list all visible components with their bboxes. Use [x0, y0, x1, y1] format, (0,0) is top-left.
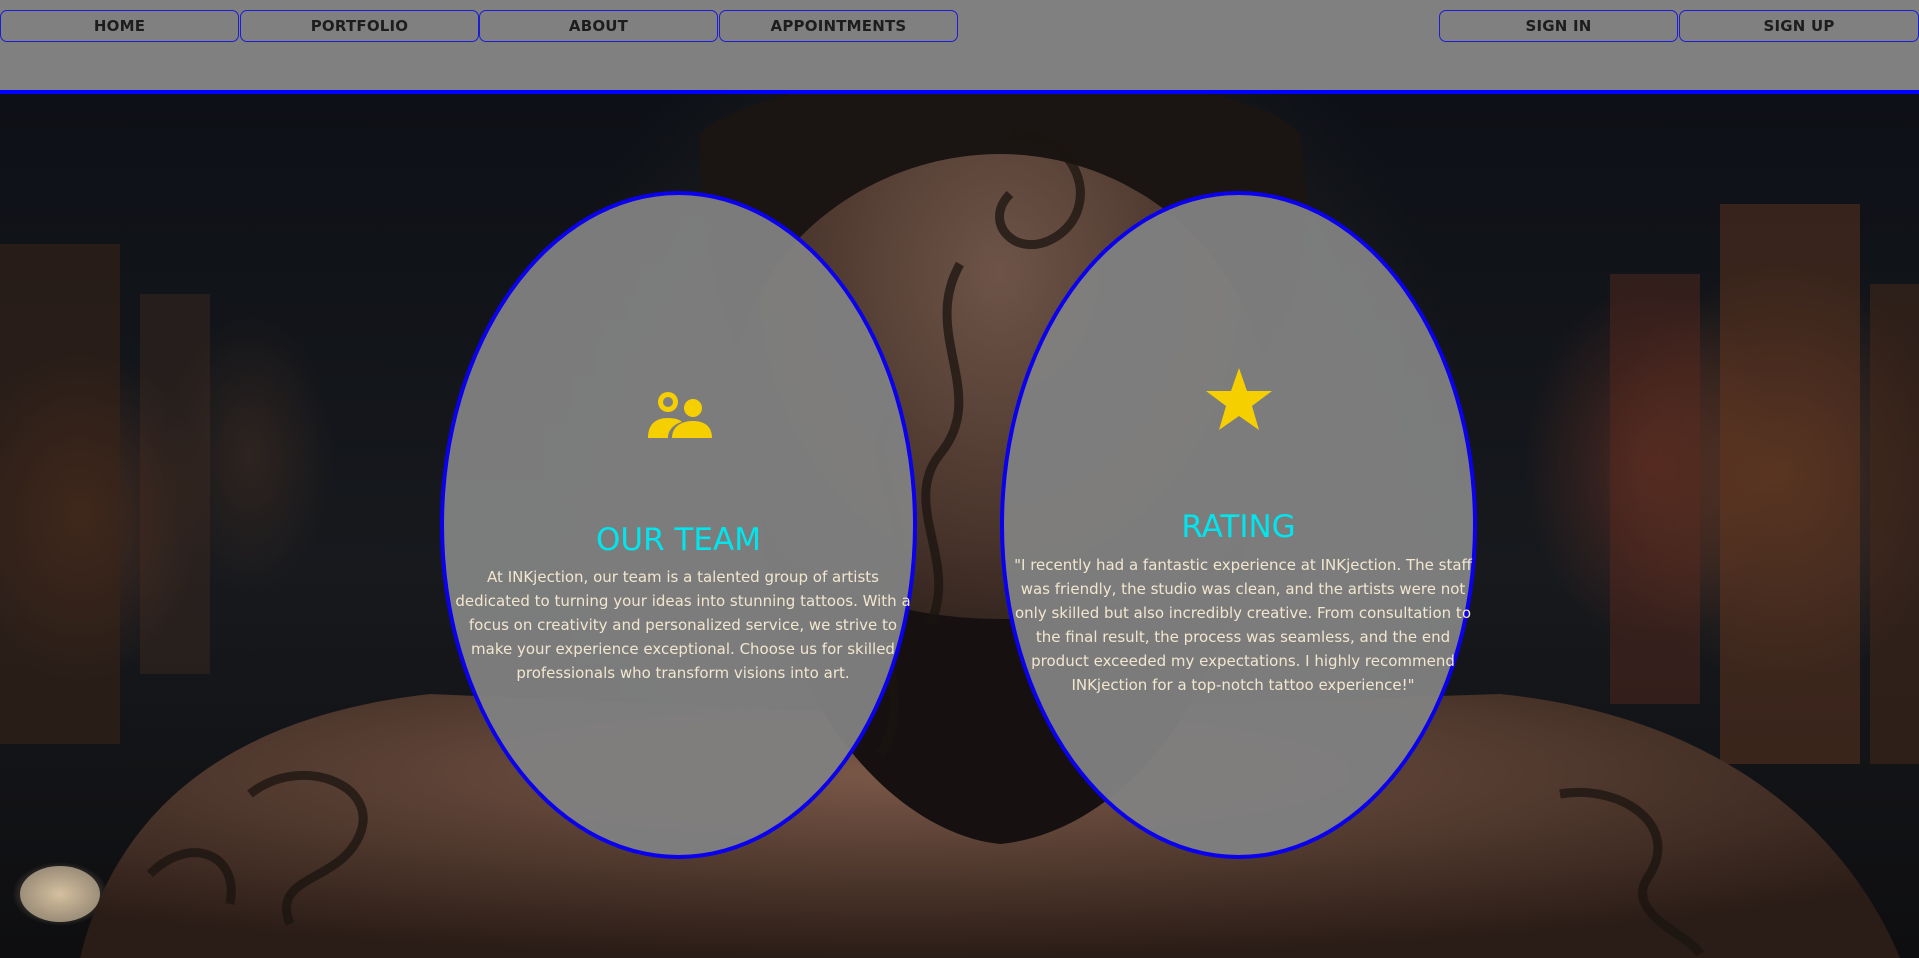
sign-up-button[interactable]: SIGN UP — [1679, 10, 1919, 42]
tattooed-man-photo — [0, 94, 1919, 958]
star-icon — [1004, 366, 1473, 432]
our-team-title: OUR TEAM — [596, 522, 761, 558]
team-icon — [444, 388, 913, 440]
hero-background-image — [0, 94, 1919, 958]
rating-review-text: "I recently had a fantastic experience a… — [1014, 556, 1472, 694]
nav-about-button[interactable]: ABOUT — [479, 10, 718, 42]
sign-in-button[interactable]: SIGN IN — [1439, 10, 1678, 42]
top-navigation-bar: HOME PORTFOLIO ABOUT APPOINTMENTS SIGN I… — [0, 0, 1919, 94]
rating-title: RATING — [1181, 509, 1296, 545]
nav-home-button[interactable]: HOME — [0, 10, 239, 42]
nav-appointments-button[interactable]: APPOINTMENTS — [719, 10, 958, 42]
our-team-description: At INKjection, our team is a talented gr… — [455, 568, 911, 682]
nav-portfolio-button[interactable]: PORTFOLIO — [240, 10, 479, 42]
rating-card: RATING "I recently had a fantastic exper… — [1000, 191, 1477, 859]
our-team-card: OUR TEAM At INKjection, our team is a ta… — [440, 191, 917, 859]
